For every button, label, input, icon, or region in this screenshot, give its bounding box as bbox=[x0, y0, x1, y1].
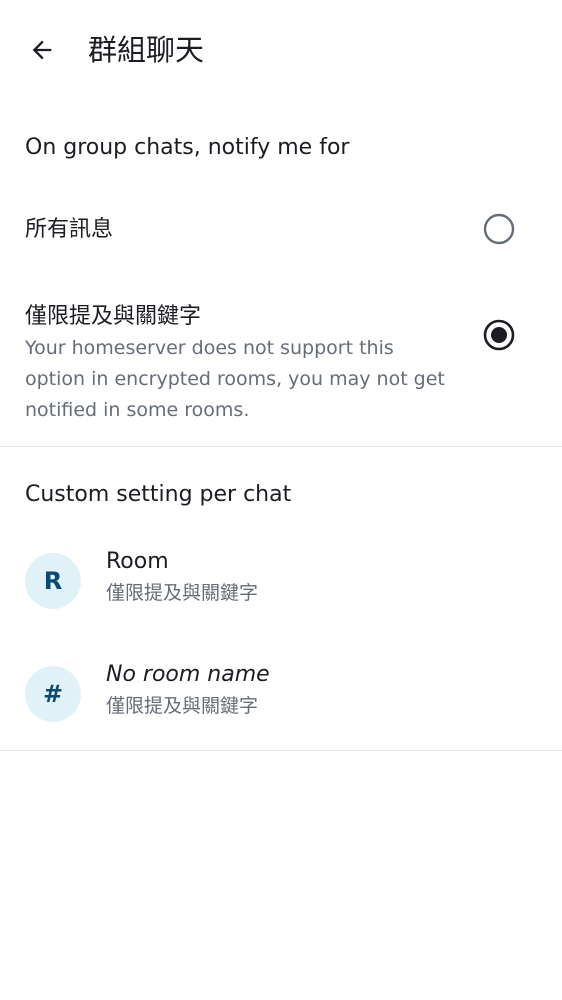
radio-option-label: 所有訊息 bbox=[25, 217, 114, 242]
radio-option-label: 僅限提及與關鍵字 bbox=[25, 304, 202, 329]
arrow-left-icon bbox=[32, 40, 52, 60]
divider bbox=[0, 750, 562, 751]
back-button[interactable] bbox=[18, 26, 66, 74]
custom-section-header: Custom setting per chat bbox=[25, 482, 292, 507]
app-bar: 群組聊天 bbox=[0, 0, 562, 100]
room-name: No room name bbox=[106, 662, 270, 687]
radio-option-description: Your homeserver does not support this op… bbox=[25, 337, 445, 421]
room-name: Room bbox=[106, 549, 169, 574]
room-avatar: R bbox=[25, 553, 81, 609]
room-setting: 僅限提及與關鍵字 bbox=[106, 695, 259, 717]
room-row-no-room-name[interactable]: # No room name 僅限提及與關鍵字 bbox=[0, 638, 562, 750]
radio-checked-icon bbox=[483, 319, 515, 351]
notify-section-header: On group chats, notify me for bbox=[25, 135, 350, 160]
radio-option-all-messages[interactable]: 所有訊息 bbox=[0, 200, 562, 260]
divider bbox=[0, 446, 562, 447]
room-avatar: # bbox=[25, 666, 81, 722]
radio-button-mentions-keywords[interactable] bbox=[482, 318, 516, 352]
radio-unchecked-icon bbox=[483, 213, 515, 245]
radio-option-mentions-keywords[interactable]: 僅限提及與關鍵字 Your homeserver does not suppor… bbox=[0, 295, 562, 435]
radio-button-all-messages[interactable] bbox=[482, 212, 516, 246]
room-setting: 僅限提及與關鍵字 bbox=[106, 582, 259, 604]
room-row-room[interactable]: R Room 僅限提及與關鍵字 bbox=[0, 525, 562, 637]
page-title: 群組聊天 bbox=[88, 33, 205, 67]
